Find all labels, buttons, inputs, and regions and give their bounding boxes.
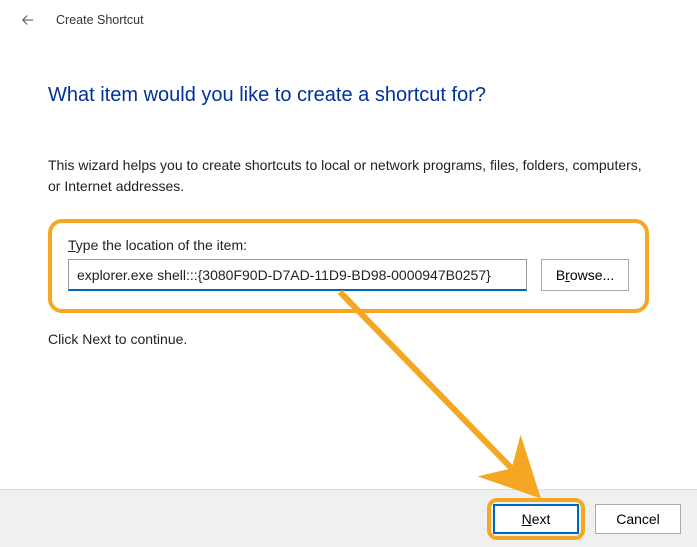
continue-text: Click Next to continue. xyxy=(48,331,649,347)
wizard-footer: Next Cancel xyxy=(0,489,697,547)
cancel-button[interactable]: Cancel xyxy=(595,504,681,534)
location-field-highlight: Type the location of the item: Browse... xyxy=(48,219,649,313)
wizard-content: What item would you like to create a sho… xyxy=(0,38,697,347)
wizard-description: This wizard helps you to create shortcut… xyxy=(48,155,649,197)
browse-button[interactable]: Browse... xyxy=(541,259,629,291)
back-arrow-icon[interactable] xyxy=(18,10,38,30)
wizard-header: Create Shortcut xyxy=(0,0,697,38)
page-heading: What item would you like to create a sho… xyxy=(48,84,649,107)
next-button-highlight: Next xyxy=(487,498,585,540)
next-button[interactable]: Next xyxy=(493,504,579,534)
location-input-row: Browse... xyxy=(68,259,629,291)
location-label: Type the location of the item: xyxy=(68,237,629,253)
wizard-title: Create Shortcut xyxy=(56,13,144,27)
location-input[interactable] xyxy=(68,259,527,291)
